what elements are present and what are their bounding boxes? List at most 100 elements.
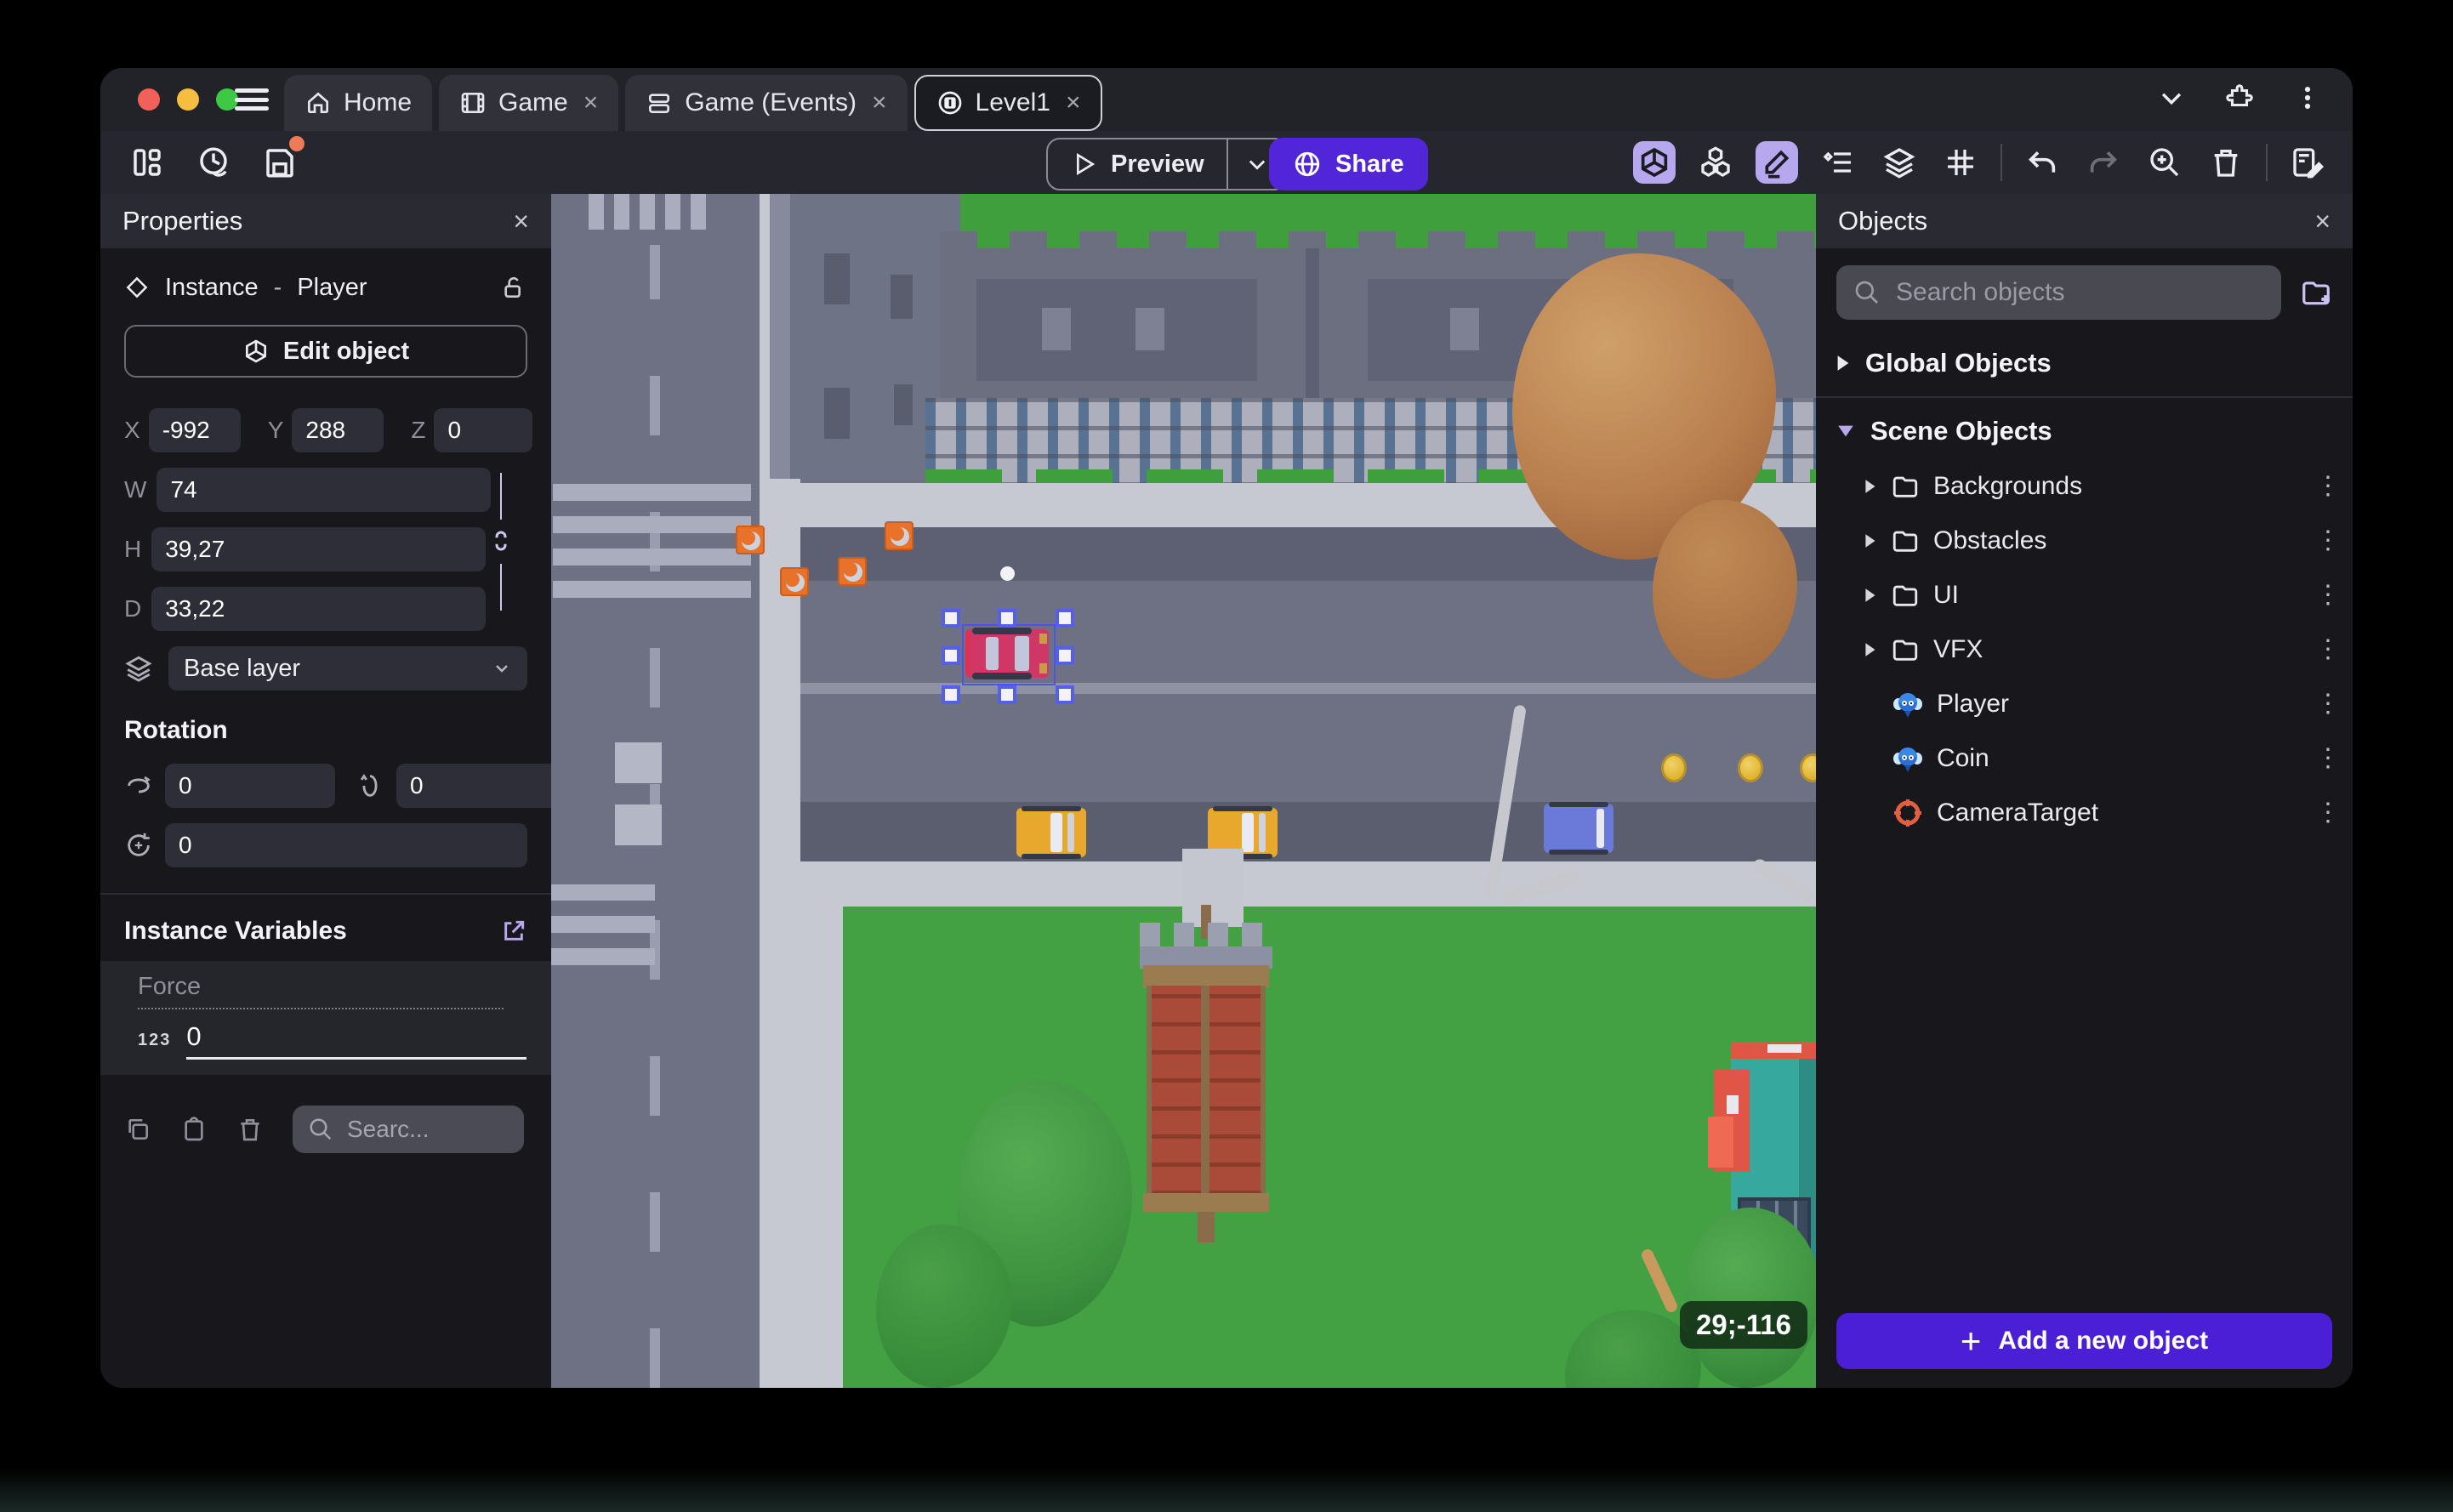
undo-icon[interactable]: [2021, 141, 2063, 184]
player-car-selected[interactable]: [965, 628, 1049, 679]
object-row-player[interactable]: Player ⋮: [1816, 677, 2353, 731]
y-position-field[interactable]: [292, 408, 384, 452]
crate-obstacle[interactable]: [736, 526, 765, 554]
edit-pencil-icon[interactable]: [1756, 141, 1798, 184]
chevron-down-icon[interactable]: [2157, 83, 2186, 112]
layers-icon[interactable]: [1878, 141, 1921, 184]
variable-value[interactable]: 0: [186, 1021, 527, 1060]
variables-search[interactable]: [293, 1106, 524, 1153]
blue-car[interactable]: [1544, 802, 1614, 855]
add-new-object-button[interactable]: + Add a new object: [1836, 1313, 2332, 1369]
instances-list-icon[interactable]: [1817, 141, 1859, 184]
chevron-right-icon: [1865, 480, 1875, 493]
menu-hamburger-icon[interactable]: [235, 85, 269, 114]
tab-close-icon[interactable]: ×: [872, 88, 887, 117]
variables-search-input[interactable]: [345, 1115, 476, 1144]
object-row-coin[interactable]: Coin ⋮: [1816, 731, 2353, 786]
share-button[interactable]: Share: [1269, 138, 1428, 190]
copy-icon[interactable]: [124, 1116, 151, 1143]
autumn-tree-small[interactable]: [1653, 500, 1797, 679]
redo-icon[interactable]: [2082, 141, 2125, 184]
resize-handle[interactable]: [1056, 646, 1074, 665]
edit-object-button[interactable]: Edit object: [124, 325, 527, 378]
crate-obstacle[interactable]: [838, 557, 867, 586]
coin[interactable]: [1738, 753, 1763, 782]
rotation-z-field[interactable]: [165, 823, 527, 867]
paste-icon[interactable]: [180, 1116, 208, 1143]
kebab-menu-icon[interactable]: ⋮: [2315, 474, 2341, 498]
close-traffic-light[interactable]: [138, 88, 160, 111]
delete-variable-icon[interactable]: [236, 1116, 264, 1143]
layer-select[interactable]: Base layer: [168, 646, 527, 691]
search-icon: [308, 1117, 333, 1142]
objects-search-input[interactable]: [1894, 277, 2178, 308]
variable-row[interactable]: Force 123 0: [100, 961, 551, 1075]
view-3d-icon[interactable]: [1633, 141, 1676, 184]
tab-level1[interactable]: Level1 ×: [913, 75, 1103, 131]
objects-panel-header: Objects ×: [1816, 194, 2353, 248]
cube-3d-icon: [242, 338, 270, 365]
tab-game[interactable]: Game ×: [439, 75, 619, 131]
scene-objects-group[interactable]: Scene Objects: [1816, 403, 2353, 459]
lock-open-icon[interactable]: [500, 274, 527, 301]
kebab-menu-icon[interactable]: ⋮: [2315, 583, 2341, 607]
kebab-menu-icon[interactable]: ⋮: [2315, 746, 2341, 770]
rotation-x-field[interactable]: [165, 764, 335, 808]
preview-button[interactable]: Preview: [1048, 151, 1226, 179]
global-objects-group[interactable]: Global Objects: [1816, 335, 2353, 391]
depth-field[interactable]: [151, 587, 487, 631]
kebab-menu-icon[interactable]: ⋮: [2315, 800, 2341, 825]
folder-row-obstacles[interactable]: Obstacles ⋮: [1816, 514, 2353, 568]
history-icon[interactable]: [192, 141, 235, 184]
resize-handle[interactable]: [1056, 685, 1074, 704]
kebab-menu-icon[interactable]: ⋮: [2315, 528, 2341, 553]
resize-handle[interactable]: [1056, 609, 1074, 628]
edit-events-sheet-icon[interactable]: [2286, 141, 2329, 184]
save-icon[interactable]: [259, 136, 304, 184]
trash-icon[interactable]: [2205, 141, 2247, 184]
tab-close-icon[interactable]: ×: [583, 88, 599, 117]
x-position-field[interactable]: [148, 408, 241, 452]
rotation-y-field[interactable]: [396, 764, 566, 808]
zoom-in-icon[interactable]: [2143, 141, 2186, 184]
close-icon[interactable]: ×: [2314, 206, 2331, 237]
folder-row-vfx[interactable]: VFX ⋮: [1816, 622, 2353, 677]
resize-handle[interactable]: [942, 646, 960, 665]
kebab-menu-icon[interactable]: ⋮: [2315, 691, 2341, 716]
objects-search[interactable]: [1836, 265, 2281, 320]
rotation-handle[interactable]: [1000, 566, 1015, 581]
proportional-scale-link[interactable]: [487, 473, 515, 611]
crate-obstacle[interactable]: [780, 567, 809, 596]
grid-icon[interactable]: [1939, 141, 1982, 184]
crate-obstacle[interactable]: [885, 521, 913, 550]
yellow-car[interactable]: [1016, 806, 1086, 859]
tab-game-events[interactable]: Game (Events) ×: [625, 75, 908, 131]
green-tree[interactable]: [1684, 1208, 1816, 1388]
scene-canvas[interactable]: 29;-116: [551, 194, 1816, 1388]
panels-layout-icon[interactable]: [126, 141, 168, 184]
tab-close-icon[interactable]: ×: [1066, 88, 1081, 117]
coin[interactable]: [1800, 753, 1816, 782]
z-position-field[interactable]: [434, 408, 533, 452]
height-field[interactable]: [151, 527, 487, 571]
close-icon[interactable]: ×: [513, 206, 529, 237]
tab-home[interactable]: Home: [284, 75, 433, 131]
kebab-menu-icon[interactable]: [2293, 83, 2322, 112]
objects-cubes-icon[interactable]: [1694, 141, 1737, 184]
coin[interactable]: [1661, 753, 1687, 782]
resize-handle[interactable]: [942, 685, 960, 704]
minimize-traffic-light[interactable]: [177, 88, 199, 111]
add-folder-icon[interactable]: [2300, 276, 2332, 309]
variable-name[interactable]: Force: [138, 973, 504, 1009]
object-row-cameratarget[interactable]: CameraTarget ⋮: [1816, 786, 2353, 840]
open-variables-external-icon[interactable]: [500, 918, 527, 945]
folder-row-backgrounds[interactable]: Backgrounds ⋮: [1816, 459, 2353, 514]
resize-handle[interactable]: [942, 609, 960, 628]
width-field[interactable]: [157, 468, 492, 512]
folder-row-ui[interactable]: UI ⋮: [1816, 568, 2353, 622]
kebab-menu-icon[interactable]: ⋮: [2315, 637, 2341, 662]
resize-handle[interactable]: [998, 609, 1016, 628]
brick-tower[interactable]: [1140, 923, 1272, 1242]
resize-handle[interactable]: [998, 685, 1016, 704]
extensions-icon[interactable]: [2225, 83, 2254, 112]
